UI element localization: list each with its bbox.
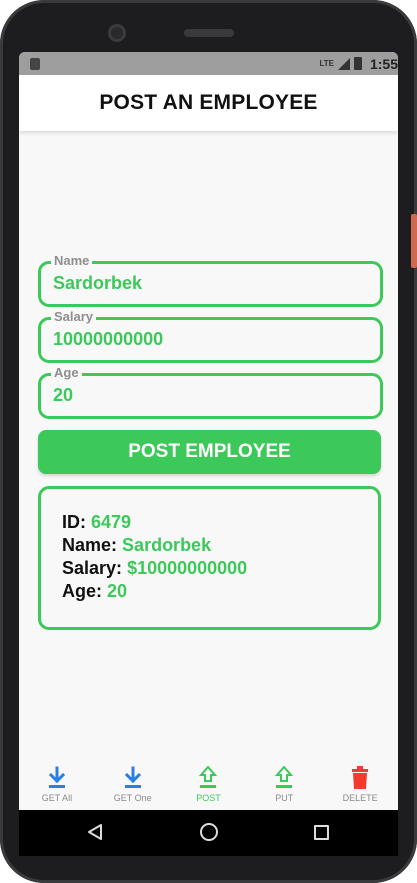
result-id-value: 6479 (91, 512, 132, 532)
employee-details: ID: 6479 Name: Sardorbek Salary: $100000… (62, 511, 247, 603)
sd-card-icon (30, 58, 40, 70)
nav-put-label: PUT (275, 793, 294, 803)
app-screen: LTE 1:55 POST AN EMPLOYEE Name Sardorbek… (19, 52, 398, 810)
nav-delete[interactable]: DELETE (322, 758, 398, 810)
salary-field[interactable]: Salary 10000000000 (38, 309, 383, 363)
front-camera-icon (108, 24, 126, 42)
age-field-label: Age (51, 365, 82, 380)
salary-field-label: Salary (51, 309, 97, 324)
nav-post[interactable]: POST (171, 758, 247, 810)
back-icon[interactable] (86, 823, 104, 841)
signal-icon (337, 57, 350, 70)
page-title: POST AN EMPLOYEE (99, 91, 318, 114)
status-indicators: LTE 1:55 (319, 52, 398, 75)
result-id-line: ID: 6479 (62, 511, 247, 534)
result-salary-label: Salary: (62, 558, 123, 578)
download-icon (124, 766, 141, 788)
name-field-label: Name (51, 253, 93, 268)
result-age-line: Age: 20 (62, 580, 247, 603)
phone-top-bezel (0, 0, 417, 52)
app-header: POST AN EMPLOYEE (19, 75, 398, 131)
trash-icon (352, 766, 369, 789)
nav-get-all-label: GET All (41, 793, 73, 803)
result-salary-value: $10000000000 (127, 558, 248, 578)
earpiece-speaker (184, 29, 234, 37)
status-bar: LTE 1:55 (19, 52, 398, 75)
age-field-value[interactable]: 20 (53, 385, 73, 406)
nav-put[interactable]: PUT (246, 758, 322, 810)
bottom-navigation: GET All GET One POST PUT DELETE (19, 758, 398, 810)
upload-icon (275, 766, 294, 788)
age-field[interactable]: Age 20 (38, 365, 383, 419)
result-name-value: Sardorbek (122, 535, 212, 555)
network-type: LTE (319, 59, 334, 68)
nav-delete-label: DELETE (342, 793, 378, 803)
result-id-label: ID: (62, 512, 86, 532)
employee-result-card: ID: 6479 Name: Sardorbek Salary: $100000… (38, 486, 381, 630)
nav-get-all[interactable]: GET All (19, 758, 95, 810)
nav-post-label: POST (196, 793, 221, 803)
salary-field-value[interactable]: 10000000000 (53, 329, 163, 350)
upload-icon (199, 766, 218, 788)
result-salary-line: Salary: $10000000000 (62, 557, 247, 580)
result-age-value: 20 (107, 581, 128, 601)
battery-icon (353, 57, 362, 70)
name-field[interactable]: Name Sardorbek (38, 253, 383, 307)
nav-get-one[interactable]: GET One (95, 758, 171, 810)
side-power-button[interactable] (411, 214, 417, 268)
post-employee-button-label: POST EMPLOYEE (128, 441, 291, 462)
home-icon[interactable] (200, 823, 218, 841)
status-time: 1:55 (369, 55, 398, 72)
name-field-value[interactable]: Sardorbek (53, 273, 142, 294)
phone-frame: LTE 1:55 POST AN EMPLOYEE Name Sardorbek… (0, 0, 417, 883)
result-name-label: Name: (62, 535, 118, 555)
result-age-label: Age: (62, 581, 102, 601)
recent-apps-icon[interactable] (314, 825, 329, 840)
result-name-line: Name: Sardorbek (62, 534, 247, 557)
android-navigation-bar (19, 810, 398, 856)
post-employee-button[interactable]: POST EMPLOYEE (38, 430, 381, 474)
nav-get-one-label: GET One (113, 793, 152, 803)
download-icon (48, 766, 66, 788)
